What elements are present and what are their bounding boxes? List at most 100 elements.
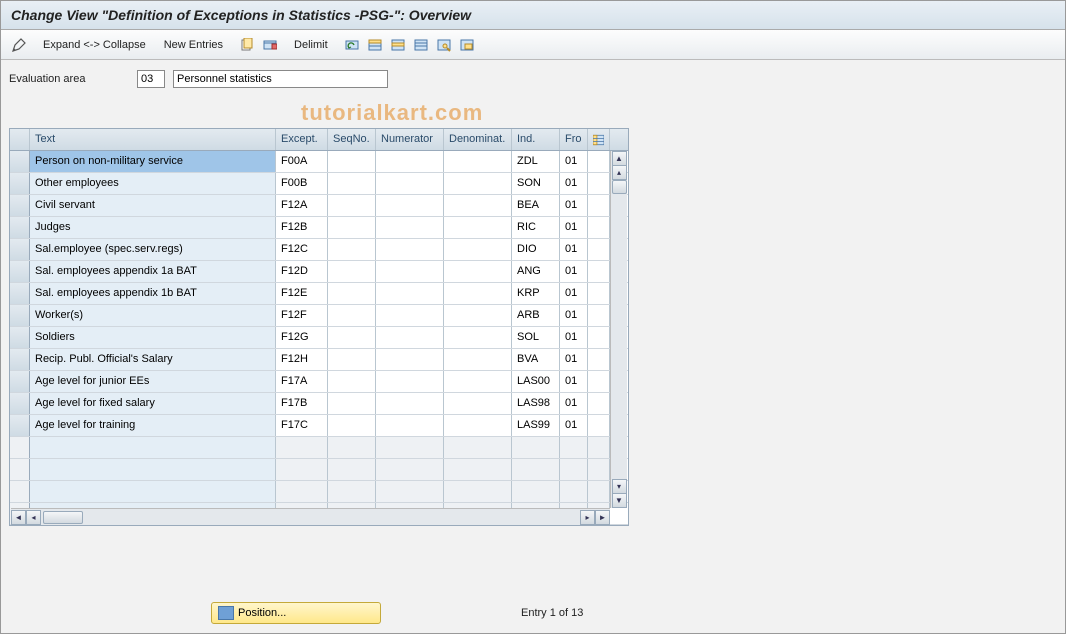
cell-except[interactable]: F12D	[276, 261, 328, 282]
cell-seqno[interactable]	[328, 239, 376, 260]
cell-ind[interactable]	[512, 481, 560, 502]
cell-numerator[interactable]	[376, 261, 444, 282]
cell-numerator[interactable]	[376, 283, 444, 304]
cell-denominat[interactable]	[444, 349, 512, 370]
cell-text[interactable]: Soldiers	[30, 327, 276, 348]
row-selector[interactable]	[10, 459, 30, 480]
cell-from[interactable]: 01	[560, 371, 588, 392]
cell-from[interactable]: 01	[560, 305, 588, 326]
cell-except[interactable]: F17A	[276, 371, 328, 392]
hscroll-thumb[interactable]	[43, 511, 83, 524]
cell-numerator[interactable]	[376, 459, 444, 480]
column-header-numerator[interactable]: Numerator	[376, 129, 444, 150]
cell-numerator[interactable]	[376, 217, 444, 238]
cell-seqno[interactable]	[328, 151, 376, 172]
cell-seqno[interactable]	[328, 283, 376, 304]
row-selector[interactable]	[10, 239, 30, 260]
table-row[interactable]: Sal. employees appendix 1b BATF12E KRP01	[10, 283, 628, 305]
undo-change-button[interactable]	[342, 35, 362, 55]
scroll-col-left-icon[interactable]: ◂	[26, 510, 41, 525]
cell-numerator[interactable]	[376, 151, 444, 172]
cell-from[interactable]: 01	[560, 349, 588, 370]
cell-denominat[interactable]	[444, 195, 512, 216]
row-selector[interactable]	[10, 415, 30, 436]
cell-except[interactable]	[276, 459, 328, 480]
table-row[interactable]: Sal. employees appendix 1a BATF12DANG01	[10, 261, 628, 283]
cell-except[interactable]: F12H	[276, 349, 328, 370]
cell-except[interactable]: F12A	[276, 195, 328, 216]
cell-text[interactable]: Person on non-military service	[30, 151, 276, 172]
cell-text[interactable]: Sal. employees appendix 1b BAT	[30, 283, 276, 304]
cell-except[interactable]: F17B	[276, 393, 328, 414]
cell-numerator[interactable]	[376, 327, 444, 348]
cell-from[interactable]: 01	[560, 283, 588, 304]
cell-text[interactable]	[30, 437, 276, 458]
table-row[interactable]: SoldiersF12GSOL01	[10, 327, 628, 349]
cell-ind[interactable]: ZDL	[512, 151, 560, 172]
cell-except[interactable]: F12G	[276, 327, 328, 348]
cell-denominat[interactable]	[444, 305, 512, 326]
cell-seqno[interactable]	[328, 195, 376, 216]
cell-denominat[interactable]	[444, 415, 512, 436]
scroll-line-up-icon[interactable]: ▴	[612, 165, 627, 180]
scroll-up-icon[interactable]: ▲	[612, 151, 627, 166]
cell-seqno[interactable]	[328, 305, 376, 326]
cell-numerator[interactable]	[376, 481, 444, 502]
cell-except[interactable]: F12F	[276, 305, 328, 326]
toggle-change-mode-button[interactable]	[9, 35, 29, 55]
column-header-from[interactable]: Fro	[560, 129, 588, 150]
cell-text[interactable]: Age level for training	[30, 415, 276, 436]
cell-except[interactable]: F12C	[276, 239, 328, 260]
cell-seqno[interactable]	[328, 217, 376, 238]
row-selector[interactable]	[10, 151, 30, 172]
hscroll-track[interactable]	[43, 510, 578, 525]
cell-ind[interactable]: BEA	[512, 195, 560, 216]
table-layout-icon[interactable]	[593, 132, 604, 147]
cell-from[interactable]: 01	[560, 195, 588, 216]
cell-numerator[interactable]	[376, 371, 444, 392]
cell-seqno[interactable]	[328, 481, 376, 502]
table-row-empty[interactable]	[10, 437, 628, 459]
cell-ind[interactable]: LAS98	[512, 393, 560, 414]
position-button[interactable]: Position...	[211, 602, 381, 624]
vertical-scrollbar[interactable]: ▲ ▴ ▾ ▼	[610, 151, 627, 508]
row-selector[interactable]	[10, 371, 30, 392]
cell-except[interactable]: F12E	[276, 283, 328, 304]
row-selector[interactable]	[10, 327, 30, 348]
cell-numerator[interactable]	[376, 239, 444, 260]
row-selector[interactable]	[10, 305, 30, 326]
row-selector[interactable]	[10, 481, 30, 502]
cell-from[interactable]	[560, 437, 588, 458]
column-header-ind[interactable]: Ind.	[512, 129, 560, 150]
delimit-button[interactable]: Delimit	[290, 37, 332, 53]
column-header-denominat[interactable]: Denominat.	[444, 129, 512, 150]
cell-ind[interactable]: KRP	[512, 283, 560, 304]
cell-seqno[interactable]	[328, 459, 376, 480]
cell-seqno[interactable]	[328, 371, 376, 392]
horizontal-scrollbar[interactable]: ◄ ◂ ▸ ►	[11, 508, 610, 525]
delete-button[interactable]	[260, 35, 280, 55]
scroll-line-down-icon[interactable]: ▾	[612, 479, 627, 494]
row-selector[interactable]	[10, 393, 30, 414]
table-row[interactable]: Age level for junior EEsF17ALAS0001	[10, 371, 628, 393]
column-header-seqno[interactable]: SeqNo.	[328, 129, 376, 150]
cell-from[interactable]: 01	[560, 327, 588, 348]
cell-numerator[interactable]	[376, 195, 444, 216]
deselect-all-button[interactable]	[411, 35, 431, 55]
cell-from[interactable]: 01	[560, 415, 588, 436]
row-selector[interactable]	[10, 173, 30, 194]
cell-numerator[interactable]	[376, 393, 444, 414]
select-block-button[interactable]	[388, 35, 408, 55]
cell-seqno[interactable]	[328, 261, 376, 282]
row-selector[interactable]	[10, 217, 30, 238]
vscroll-track[interactable]	[612, 180, 627, 479]
vscroll-thumb[interactable]	[612, 180, 627, 194]
cell-ind[interactable]: ARB	[512, 305, 560, 326]
cell-seqno[interactable]	[328, 393, 376, 414]
cell-denominat[interactable]	[444, 481, 512, 502]
row-selector[interactable]	[10, 261, 30, 282]
scroll-left-icon[interactable]: ◄	[11, 510, 26, 525]
cell-numerator[interactable]	[376, 173, 444, 194]
evaluation-area-text-input[interactable]	[173, 70, 388, 88]
cell-ind[interactable]	[512, 459, 560, 480]
